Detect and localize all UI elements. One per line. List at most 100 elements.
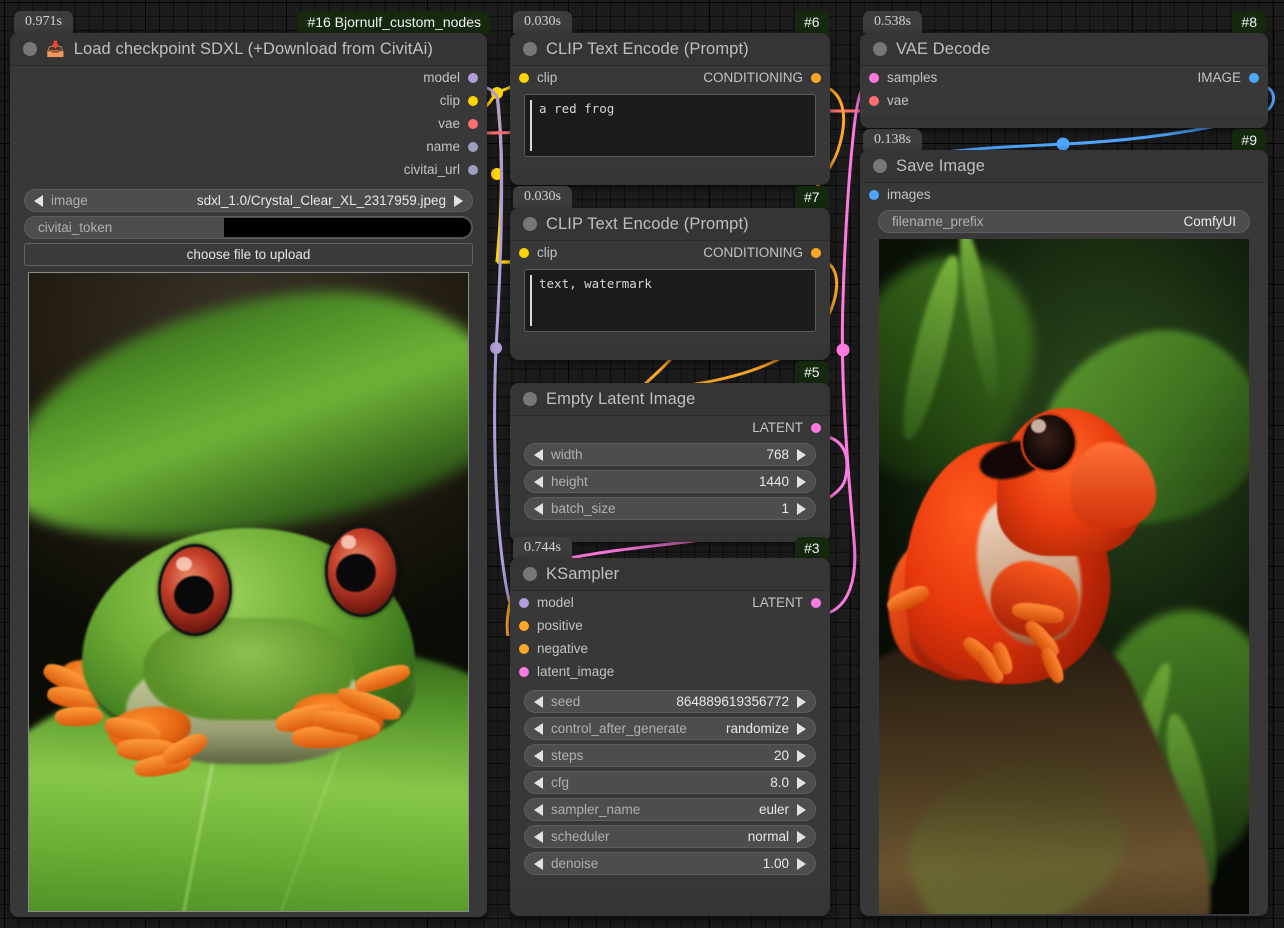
node-title-bar[interactable]: CLIP Text Encode (Prompt) (510, 208, 830, 241)
slot-dot-image[interactable] (1249, 73, 1259, 83)
node-graph-canvas[interactable]: 0.971s #16 Bjornulf_custom_nodes 📥 Load … (0, 0, 1284, 928)
output-slot-conditioning[interactable]: CONDITIONING (703, 241, 830, 264)
node-title-bar[interactable]: KSampler (510, 558, 830, 591)
node-title-bar[interactable]: VAE Decode (860, 33, 1268, 66)
slot-dot-clip[interactable] (519, 248, 529, 258)
node-save-image[interactable]: Save Image images filename_prefix ComfyU… (860, 150, 1268, 916)
input-slot-positive[interactable]: positive (510, 614, 830, 637)
input-slot-model[interactable]: model (510, 591, 574, 614)
chevron-left-icon[interactable] (534, 723, 543, 735)
widget-seed[interactable]: seed 864889619356772 (524, 690, 816, 713)
chevron-right-icon[interactable] (797, 449, 806, 461)
input-slot-clip[interactable]: clip (510, 241, 557, 264)
chevron-left-icon[interactable] (534, 858, 543, 870)
slot-dot-negative[interactable] (519, 644, 529, 654)
chevron-right-icon[interactable] (797, 804, 806, 816)
image-preview-green-frog[interactable] (28, 272, 469, 912)
slot-dot-conditioning[interactable] (811, 248, 821, 258)
slot-dot-positive[interactable] (519, 621, 529, 631)
slot-dot-vae[interactable] (468, 119, 478, 129)
slot-dot-images[interactable] (869, 190, 879, 200)
slot-dot-latent[interactable] (811, 423, 821, 433)
choose-file-to-upload-button[interactable]: choose file to upload (24, 243, 473, 266)
image-preview-red-frog[interactable] (878, 238, 1250, 915)
slot-dot-samples[interactable] (869, 73, 879, 83)
chevron-left-icon[interactable] (534, 804, 543, 816)
slot-dot-model[interactable] (468, 73, 478, 83)
input-slot-clip[interactable]: clip (510, 66, 557, 89)
chevron-right-icon[interactable] (454, 195, 463, 207)
node-empty-latent-image[interactable]: Empty Latent Image LATENT width 768 heig… (510, 383, 830, 542)
chevron-left-icon[interactable] (534, 831, 543, 843)
widget-filename-prefix[interactable]: filename_prefix ComfyUI (878, 210, 1250, 233)
prompt-textarea-positive[interactable]: a red frog (524, 94, 816, 157)
output-slot-name[interactable]: name (10, 135, 487, 158)
widget-sampler-name[interactable]: sampler_name euler (524, 798, 816, 821)
node-title-bar[interactable]: CLIP Text Encode (Prompt) (510, 33, 830, 66)
slot-dot-model[interactable] (519, 598, 529, 608)
output-slot-civitai-url[interactable]: civitai_url (10, 158, 487, 181)
output-slot-image[interactable]: IMAGE (1197, 66, 1268, 89)
output-slot-conditioning[interactable]: CONDITIONING (703, 66, 830, 89)
widget-cfg[interactable]: cfg 8.0 (524, 771, 816, 794)
chevron-left-icon[interactable] (534, 750, 543, 762)
input-slot-images[interactable]: images (860, 183, 1268, 206)
chevron-left-icon[interactable] (534, 449, 543, 461)
chevron-right-icon[interactable] (797, 831, 806, 843)
civitai-token-redacted-value[interactable] (224, 218, 471, 237)
slot-dot-civitai-url[interactable] (468, 165, 478, 175)
chevron-left-icon[interactable] (534, 696, 543, 708)
node-vae-decode[interactable]: VAE Decode samples IMAGE vae (860, 33, 1268, 128)
input-slot-negative[interactable]: negative (510, 637, 830, 660)
chevron-right-icon[interactable] (797, 503, 806, 515)
slot-dot-latent-image[interactable] (519, 667, 529, 677)
node-load-checkpoint-sdxl[interactable]: 📥 Load checkpoint SDXL (+Download from C… (10, 33, 487, 917)
output-slot-clip[interactable]: clip (10, 89, 487, 112)
collapse-toggle-icon[interactable] (23, 42, 37, 56)
chevron-right-icon[interactable] (797, 476, 806, 488)
widget-civitai-token[interactable]: civitai_token (24, 216, 473, 239)
widget-steps[interactable]: steps 20 (524, 744, 816, 767)
chevron-right-icon[interactable] (797, 858, 806, 870)
chevron-left-icon[interactable] (534, 476, 543, 488)
node-ksampler[interactable]: KSampler model LATENT positive negative (510, 558, 830, 916)
collapse-toggle-icon[interactable] (523, 567, 537, 581)
node-clip-text-encode-negative[interactable]: CLIP Text Encode (Prompt) clip CONDITION… (510, 208, 830, 360)
widget-width[interactable]: width 768 (524, 443, 816, 466)
slot-dot-clip[interactable] (519, 73, 529, 83)
input-slot-samples[interactable]: samples (860, 66, 937, 89)
output-slot-latent[interactable]: LATENT (752, 591, 830, 614)
node-clip-text-encode-positive[interactable]: CLIP Text Encode (Prompt) clip CONDITION… (510, 33, 830, 185)
chevron-left-icon[interactable] (534, 777, 543, 789)
widget-image[interactable]: image sdxl_1.0/Crystal_Clear_XL_2317959.… (24, 189, 473, 212)
input-slot-latent-image[interactable]: latent_image (510, 660, 830, 683)
node-title-bar[interactable]: Empty Latent Image (510, 383, 830, 416)
chevron-right-icon[interactable] (797, 723, 806, 735)
node-title-bar[interactable]: Save Image (860, 150, 1268, 183)
slot-dot-latent[interactable] (811, 598, 821, 608)
collapse-toggle-icon[interactable] (523, 42, 537, 56)
input-slot-vae[interactable]: vae (860, 89, 1268, 112)
widget-height[interactable]: height 1440 (524, 470, 816, 493)
collapse-toggle-icon[interactable] (873, 42, 887, 56)
chevron-right-icon[interactable] (797, 750, 806, 762)
collapse-toggle-icon[interactable] (523, 217, 537, 231)
chevron-left-icon[interactable] (34, 195, 43, 207)
slot-dot-conditioning[interactable] (811, 73, 821, 83)
chevron-right-icon[interactable] (797, 696, 806, 708)
slot-dot-name[interactable] (468, 142, 478, 152)
output-slot-latent[interactable]: LATENT (510, 416, 830, 439)
output-slot-vae[interactable]: vae (10, 112, 487, 135)
chevron-left-icon[interactable] (534, 503, 543, 515)
collapse-toggle-icon[interactable] (873, 159, 887, 173)
node-title-bar[interactable]: 📥 Load checkpoint SDXL (+Download from C… (10, 33, 487, 66)
widget-scheduler[interactable]: scheduler normal (524, 825, 816, 848)
slot-dot-vae[interactable] (869, 96, 879, 106)
collapse-toggle-icon[interactable] (523, 392, 537, 406)
chevron-right-icon[interactable] (797, 777, 806, 789)
widget-control-after-generate[interactable]: control_after_generate randomize (524, 717, 816, 740)
prompt-textarea-negative[interactable]: text, watermark (524, 269, 816, 332)
widget-denoise[interactable]: denoise 1.00 (524, 852, 816, 875)
slot-dot-clip[interactable] (468, 96, 478, 106)
widget-batch-size[interactable]: batch_size 1 (524, 497, 816, 520)
